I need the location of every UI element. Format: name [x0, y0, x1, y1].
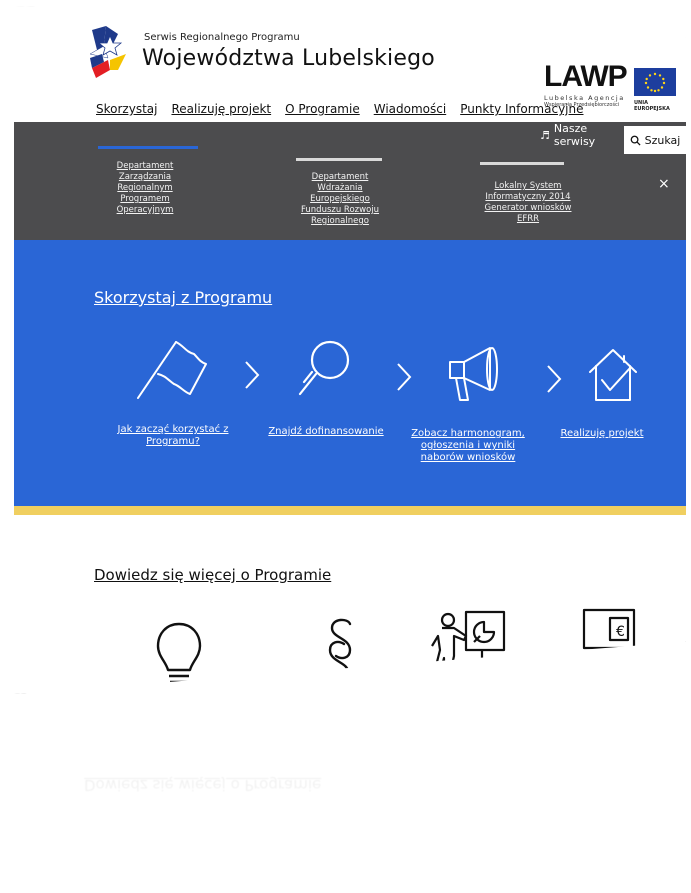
more-title[interactable]: Dowiedz się więcej o Programie	[94, 566, 331, 584]
services-label: Nasze serwisy	[553, 122, 596, 148]
brand-title[interactable]: Województwa Lubelskiego	[142, 46, 435, 71]
dropdown-link-dzrpo[interactable]: Departament Zarządzania Regionalnym Prog…	[100, 161, 190, 216]
nav-wiadomosci[interactable]: Wiadomości	[374, 102, 446, 116]
search-button[interactable]: Szukaj	[624, 126, 686, 154]
funds-logo-icon[interactable]	[88, 24, 132, 82]
eu-logo: UNIA EUROPEJSKA	[634, 68, 682, 112]
euro-sign-icon: €	[616, 624, 625, 640]
nav-realizuje-projekt[interactable]: Realizuję projekt	[171, 102, 271, 116]
page-reflection: Dowiedz się więcej o Programie	[14, 680, 686, 860]
paragraph-icon[interactable]	[320, 614, 360, 686]
dropdown-col3-bar	[480, 162, 564, 165]
presentation-icon[interactable]	[430, 606, 510, 678]
main-nav: Skorzystaj Realizuję projekt O Programie…	[96, 102, 598, 116]
euro-screen-icon[interactable]: €	[574, 606, 646, 668]
close-icon[interactable]: ×	[658, 176, 670, 192]
step-project-link[interactable]: Realizuję projekt	[560, 428, 644, 440]
lawp-logo-sub1: Lubelska Agencja	[544, 94, 625, 102]
services-button[interactable]: ♬ Nasze serwisy	[540, 122, 624, 148]
step-start-link[interactable]: Jak zacząć korzystać z Programu?	[114, 424, 232, 448]
program-title[interactable]: Skorzystaj z Programu	[94, 288, 272, 307]
reflection-title: Dowiedz się więcej o Programie	[84, 776, 322, 794]
nav-o-programie[interactable]: O Programie	[285, 102, 360, 116]
magnifier-icon[interactable]	[294, 336, 356, 402]
search-icon	[630, 135, 641, 146]
step-funding-link[interactable]: Znajdź dofinansowanie	[266, 426, 386, 438]
step-schedule-link[interactable]: Zobacz harmonogram, ogłoszenia i wyniki …	[410, 428, 526, 464]
eu-label: UNIA EUROPEJSKA	[634, 100, 670, 112]
dropdown-link-dwefrr[interactable]: Departament Wdrażania Europejskiego Fund…	[290, 172, 390, 227]
brand-subtitle: Serwis Regionalnego Programu	[144, 32, 300, 43]
house-check-icon[interactable]	[586, 344, 640, 404]
section-divider	[14, 506, 686, 515]
chevron-right-icon	[245, 361, 260, 389]
nav-skorzystaj[interactable]: Skorzystaj	[96, 102, 157, 116]
browser-page: Serwis Regionalnego Programu Województwa…	[14, 6, 686, 694]
lawp-logo-word: LAWP	[544, 60, 628, 93]
megaphone-icon[interactable]	[442, 344, 506, 404]
flag-icon[interactable]	[132, 336, 212, 402]
search-label: Szukaj	[644, 133, 681, 147]
site-header: Serwis Regionalnego Programu Województwa…	[14, 6, 686, 116]
chevron-right-icon	[397, 363, 412, 391]
services-icon: ♬	[540, 128, 550, 142]
dropdown-col2-bar	[296, 158, 382, 161]
chevron-right-icon	[547, 365, 562, 393]
eu-flag-icon	[634, 68, 676, 96]
nav-punkty-informacyjne[interactable]: Punkty Informacyjne	[460, 102, 583, 116]
nav-active-indicator	[98, 146, 198, 149]
dropdown-link-lsi[interactable]: Lokalny System Informatyczny 2014 Genera…	[480, 181, 576, 225]
